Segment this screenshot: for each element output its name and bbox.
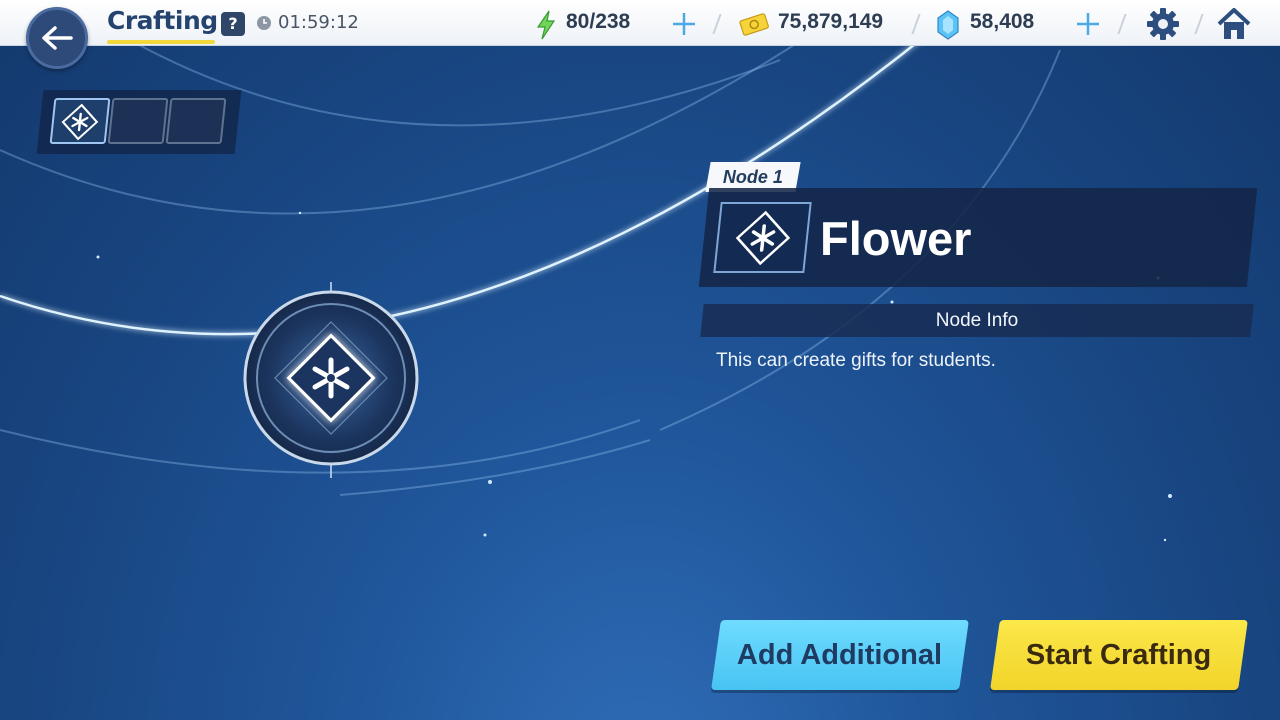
back-button[interactable] (26, 7, 88, 69)
gear-icon[interactable] (1145, 6, 1181, 42)
clock-icon (257, 16, 271, 30)
flower-star-icon (735, 210, 791, 266)
node-slot-2[interactable] (107, 98, 169, 144)
add-ap-button[interactable] (670, 10, 698, 38)
flower-star-icon (61, 103, 99, 141)
add-additional-button[interactable]: Add Additional (711, 620, 969, 690)
lightning-icon (536, 10, 556, 40)
node-emblem[interactable] (238, 280, 424, 478)
node-number-label: Node 1 (722, 166, 783, 187)
title-underline (107, 40, 215, 44)
page-title: Crafting (107, 6, 218, 35)
node-info-label: Node Info (935, 310, 1019, 331)
help-button[interactable]: ? (221, 12, 245, 36)
credit-ticket-icon (739, 13, 769, 36)
start-crafting-button[interactable]: Start Crafting (990, 620, 1248, 690)
credits-count: 75,879,149 (778, 10, 884, 33)
node-slot-3[interactable] (165, 98, 227, 144)
start-crafting-label: Start Crafting (1026, 638, 1212, 671)
timer: 01:59:12 (278, 12, 359, 33)
node-description: This can create gifts for students. (716, 350, 996, 371)
home-icon[interactable] (1215, 6, 1253, 42)
node-slot-1[interactable] (49, 98, 111, 144)
node-name: Flower (820, 212, 972, 265)
gems-count: 58,408 (970, 10, 1035, 33)
ap-count: 80/238 (566, 10, 631, 33)
pyroxene-gem-icon (937, 10, 959, 40)
add-gems-button[interactable] (1074, 10, 1102, 38)
add-additional-label: Add Additional (737, 638, 943, 671)
back-arrow-icon (42, 26, 73, 50)
node-icon-frame (713, 202, 812, 273)
